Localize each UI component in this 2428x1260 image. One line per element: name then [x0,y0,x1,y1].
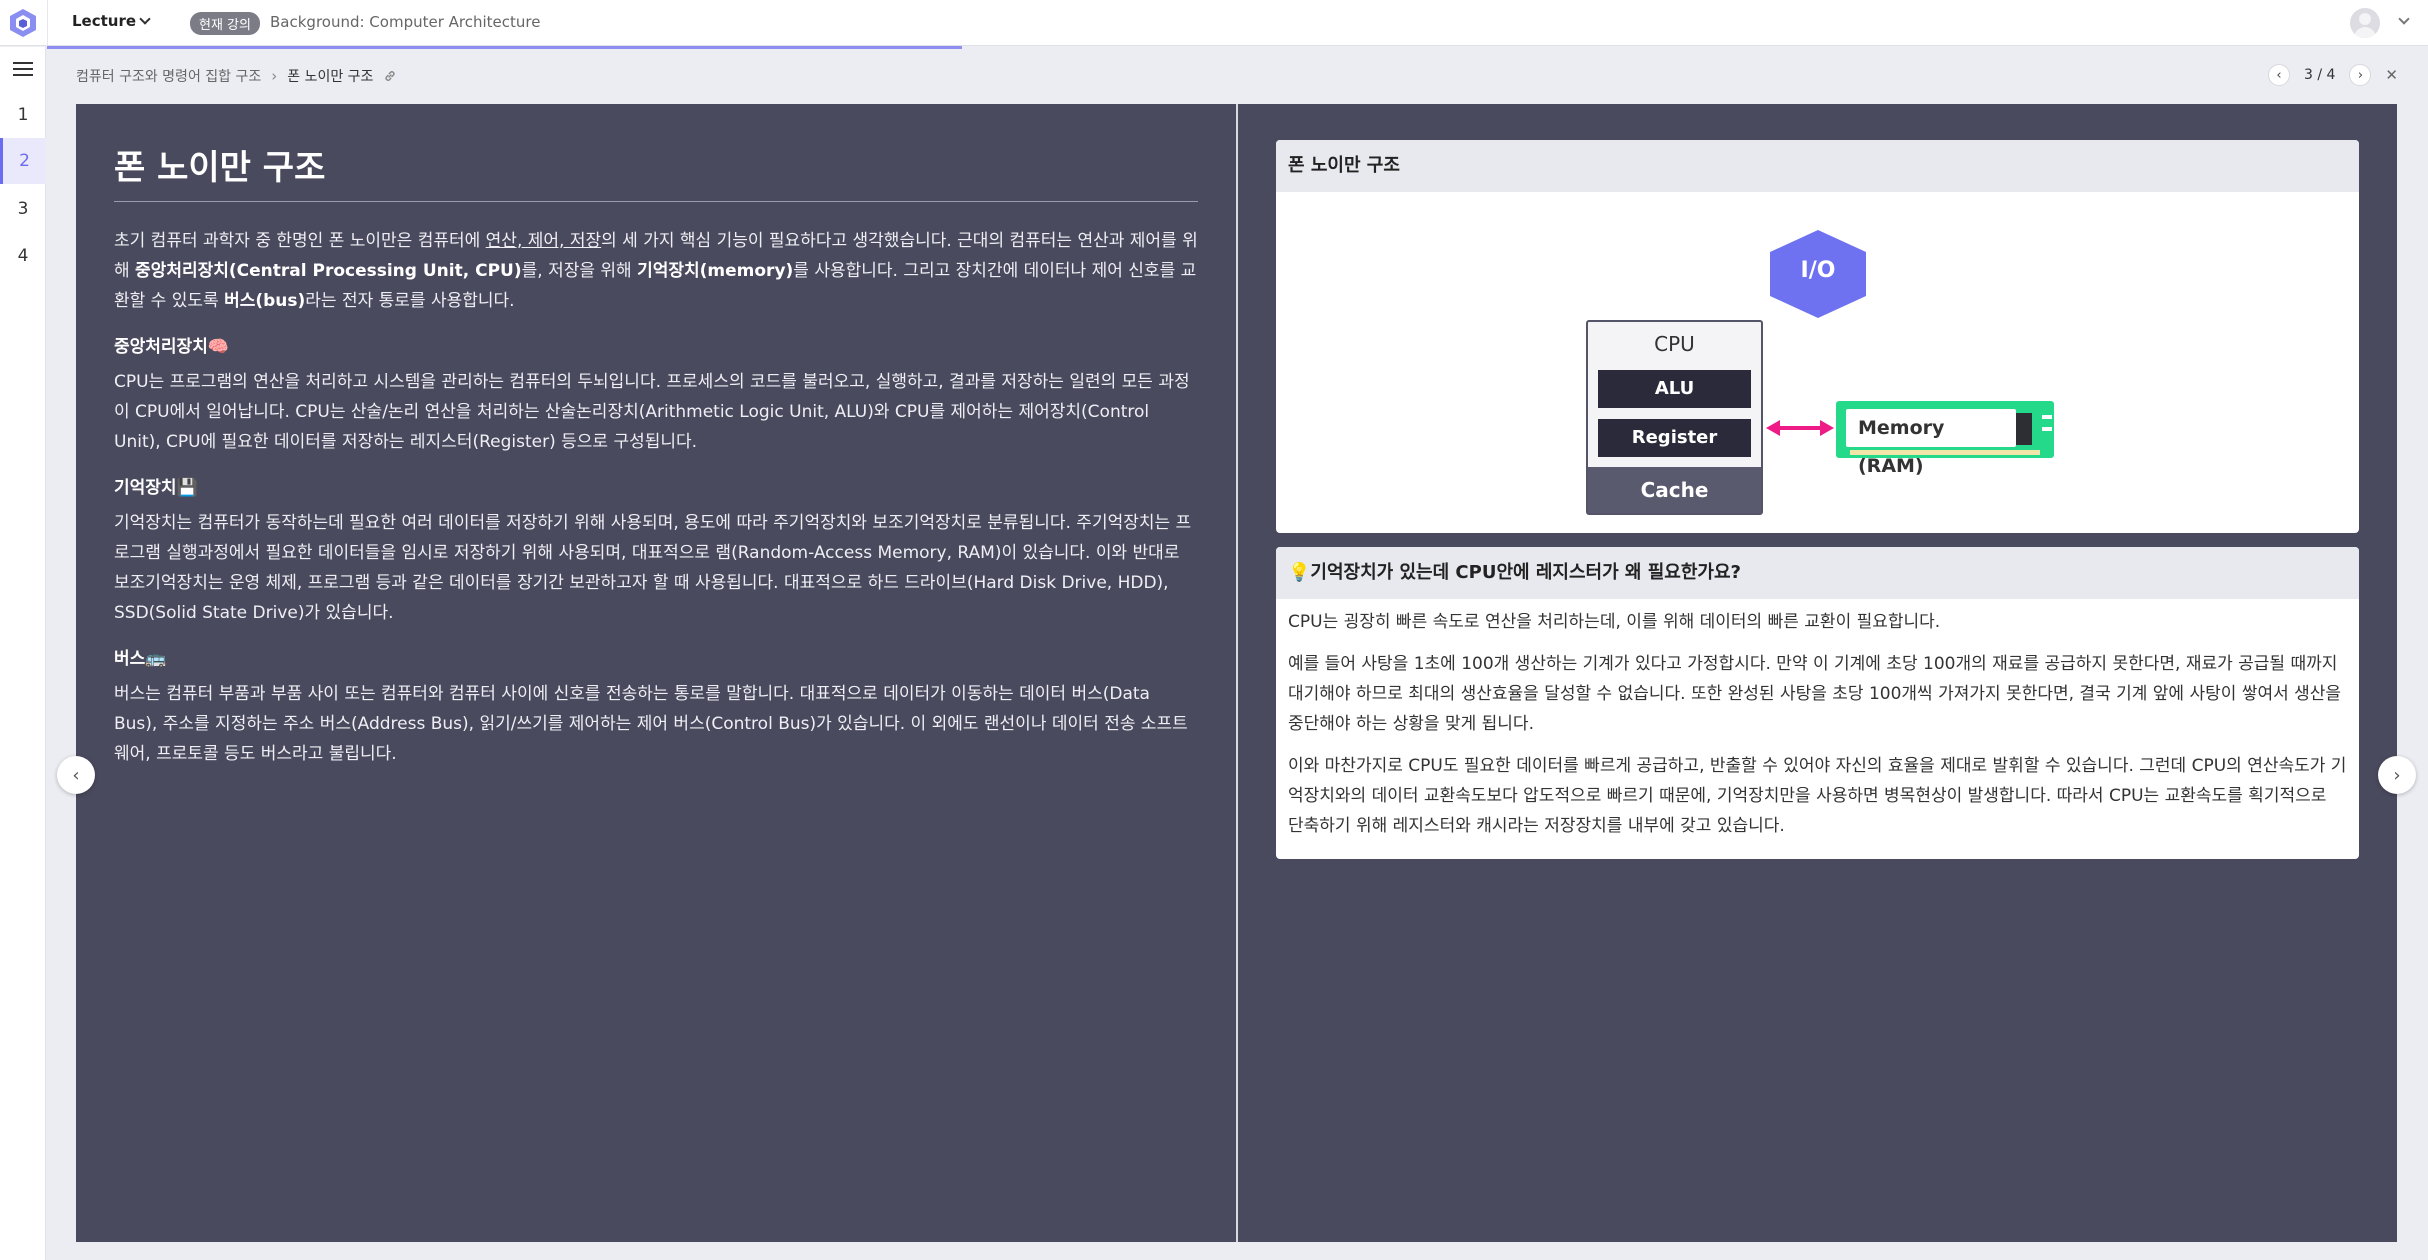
register-block: Register [1598,419,1751,457]
chevron-down-icon [139,13,151,25]
rail-item-2[interactable]: 2 [0,138,46,184]
bus-paragraph: 버스는 컴퓨터 부품과 부품 사이 또는 컴퓨터와 컴퓨터 사이에 신호를 전송… [114,684,1188,764]
memory-pin [2042,415,2052,419]
app-logo-icon[interactable] [8,7,38,39]
bus-heading: 버스🚌 [114,649,167,669]
faq-paragraph: 예를 들어 사탕을 1초에 100개 생산하는 기계가 있다고 가정합시다. 만… [1288,654,2342,734]
top-bar: Lecture 현재 강의 Background: Computer Archi… [0,0,2428,46]
cache-block: Cache [1588,467,1761,513]
lesson-title: 폰 노이만 구조 [114,140,1198,202]
lesson-panel: 폰 노이만 구조 초기 컴퓨터 과학자 중 한명인 폰 노이만은 컴퓨터에 연산… [57,104,2416,1242]
breadcrumb: 컴퓨터 구조와 명령어 집합 구조 › 폰 노이만 구조 [76,66,397,86]
rail-item-3[interactable]: 3 [0,186,46,232]
memory-heading: 기억장치💾 [114,478,198,498]
top-divider [47,0,48,46]
faq-card-title: 💡기억장치가 있는데 CPU안에 레지스터가 왜 필요한가요? [1276,547,2359,599]
lesson-content: 폰 노이만 구조 초기 컴퓨터 과학자 중 한명인 폰 노이만은 컴퓨터에 연산… [114,140,1198,769]
menu-icon[interactable] [13,62,33,76]
memory-block: Memory (RAM) [1836,401,2054,477]
link-icon[interactable] [383,69,397,83]
diagram-card-title: 폰 노이만 구조 [1276,140,2359,192]
faq-paragraph: 이와 마찬가지로 CPU도 필요한 데이터를 빠르게 공급하고, 반출할 수 있… [1288,756,2347,836]
close-icon[interactable]: ✕ [2385,66,2398,84]
user-avatar[interactable] [2350,8,2380,38]
memory-paragraph: 기억장치는 컴퓨터가 동작하는데 필요한 여러 데이터를 저장하기 위해 사용되… [114,513,1192,623]
lesson-nav-rail: 1 2 3 4 [0,47,46,1260]
diagram-card: 폰 노이만 구조 I/O CPU ALU Register Cache Memo… [1276,140,2359,533]
chevron-right-icon: › [271,67,278,85]
faq-card-body: CPU는 굉장히 빠른 속도로 연산을 처리하는데, 이를 위해 데이터의 빠른… [1276,599,2359,841]
next-slide-button[interactable]: › [2378,756,2416,794]
memory-pin [2042,427,2052,431]
alu-block: ALU [1598,370,1751,408]
lesson-progress-bar [47,46,962,49]
cpu-block: CPU ALU Register Cache [1586,320,1763,515]
current-lecture-badge: 현재 강의 [190,12,260,35]
course-title: Background: Computer Architecture [270,13,541,31]
bidirectional-arrow-icon [1766,420,1834,436]
cpu-heading: 중앙처리장치🧠 [114,337,230,357]
intro-paragraph: 초기 컴퓨터 과학자 중 한명인 폰 노이만은 컴퓨터에 연산, 제어, 저장의… [114,231,1198,311]
memory-label: Memory (RAM) [1846,409,2016,477]
lecture-dropdown-label: Lecture [72,12,137,30]
chevron-down-icon[interactable] [2398,13,2410,25]
lecture-dropdown[interactable]: Lecture [72,12,151,30]
prev-page-button[interactable]: ‹ [2267,64,2290,86]
cpu-paragraph: CPU는 프로그램의 연산을 처리하고 시스템을 관리하는 컴퓨터의 두뇌입니다… [114,372,1190,452]
next-page-button[interactable]: › [2349,64,2372,86]
rail-item-4[interactable]: 4 [0,233,46,279]
prev-slide-button[interactable]: ‹ [57,756,95,794]
panel-splitter[interactable] [1236,104,1238,1242]
breadcrumb-current: 폰 노이만 구조 [287,69,374,85]
rail-item-1[interactable]: 1 [0,92,46,138]
von-neumann-diagram: I/O CPU ALU Register Cache Memory (RAM) [1276,192,2359,533]
faq-paragraph: CPU는 굉장히 빠른 속도로 연산을 처리하는데, 이를 위해 데이터의 빠른… [1288,612,1941,632]
memory-chip-icon [2016,413,2032,445]
page-navigator: ‹ 3 / 4 › ✕ [2267,64,2398,86]
faq-card: 💡기억장치가 있는데 CPU안에 레지스터가 왜 필요한가요? CPU는 굉장히… [1276,547,2359,859]
breadcrumb-parent[interactable]: 컴퓨터 구조와 명령어 집합 구조 [76,66,261,86]
memory-stripe [1850,450,2040,455]
page-indicator: 3 / 4 [2303,67,2336,83]
cpu-label: CPU [1654,332,1695,356]
io-label: I/O [1800,258,1836,283]
io-node: I/O [1766,230,1870,318]
